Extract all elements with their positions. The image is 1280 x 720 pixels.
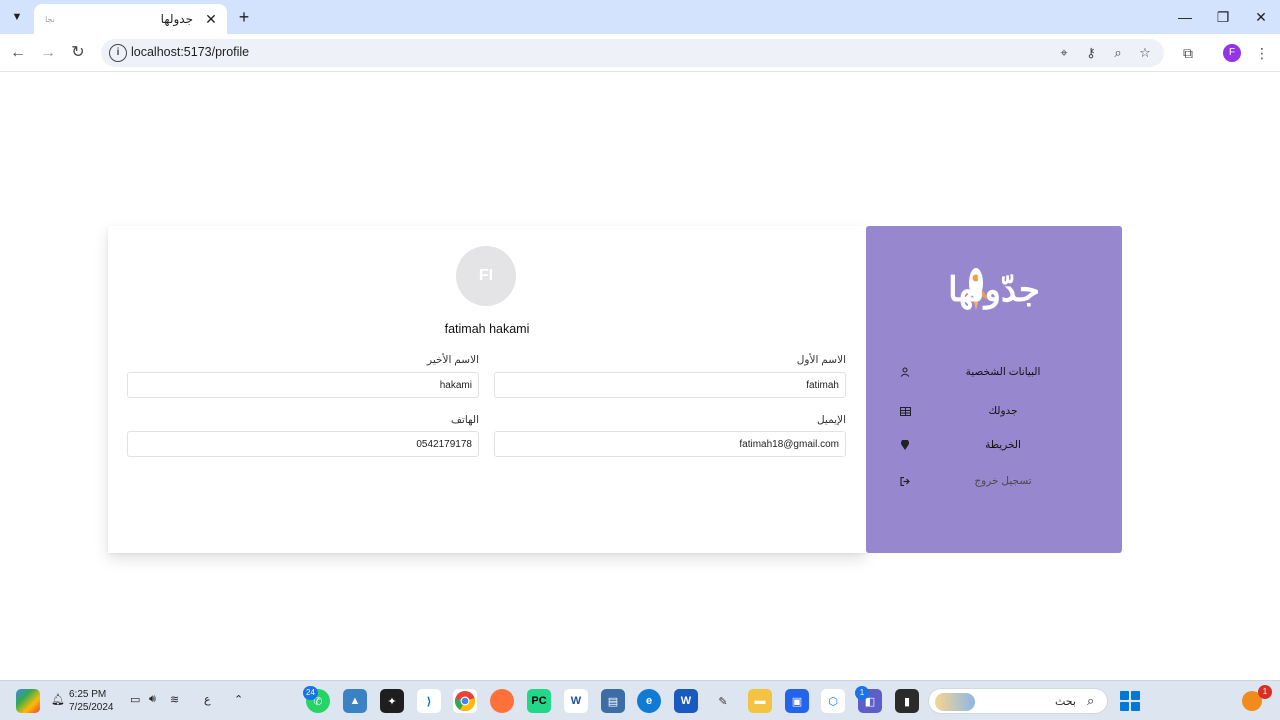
clock-date: 7/25/2024 bbox=[69, 702, 114, 713]
python-icon[interactable]: ▤ bbox=[601, 689, 625, 713]
back-button[interactable]: ← bbox=[6, 41, 30, 65]
tab-favicon: نجا bbox=[45, 14, 55, 24]
sidebar-item-logout[interactable]: تسجيل خروج bbox=[896, 469, 1092, 493]
sidebar-item-label: البيانات الشخصية bbox=[965, 366, 1041, 378]
password-key-icon[interactable]: ⚷ bbox=[1081, 43, 1101, 63]
terminal-icon[interactable]: ▮ bbox=[895, 689, 919, 713]
chevron-up-icon[interactable]: ⌃ bbox=[234, 693, 243, 706]
start-button[interactable] bbox=[1120, 691, 1140, 711]
browser-tabstrip: ▼ نجا جدولها ✕ + — ❐ ✕ bbox=[0, 0, 1280, 34]
store-icon[interactable]: ▣ bbox=[785, 689, 809, 713]
close-window-button[interactable]: ✕ bbox=[1242, 0, 1280, 34]
logo-text: جدّولها bbox=[948, 270, 1040, 310]
clock[interactable]: 6:25 PM 7/25/2024 bbox=[69, 688, 114, 714]
figma-icon[interactable]: ✦ bbox=[380, 689, 404, 713]
profile-avatar[interactable]: F bbox=[1223, 44, 1241, 62]
pycharm-icon[interactable]: PC bbox=[527, 689, 551, 713]
clock-time: 6:25 PM bbox=[69, 689, 107, 700]
edge-icon[interactable]: e bbox=[637, 689, 661, 713]
app-logo: جدّولها bbox=[936, 256, 1052, 326]
minimize-button[interactable]: — bbox=[1166, 0, 1204, 34]
word-icon[interactable]: W bbox=[674, 689, 698, 713]
sidebar-item-label: الخريطة bbox=[985, 439, 1021, 451]
map-pin-icon bbox=[896, 436, 914, 454]
taskbar: 6:25 PM 7/25/2024 🔔︎ ▭ 🔊︎ ≋ ع ⌃ ✆ 24 ▲ ✦… bbox=[0, 680, 1280, 720]
email-field[interactable] bbox=[494, 431, 846, 457]
teams-badge: 1 bbox=[855, 686, 869, 700]
address-bar[interactable]: i localhost:5173/profile ⌖ ⚷ ⌕ ☆ bbox=[101, 39, 1164, 67]
whatsapp-badge: 24 bbox=[303, 686, 318, 700]
search-placeholder: بحث bbox=[1055, 696, 1076, 708]
user-icon bbox=[896, 363, 914, 381]
sidebar: جدّولها البيانات الشخصية جدولك الخريطة ت… bbox=[866, 226, 1122, 553]
chrome-icon[interactable] bbox=[453, 689, 477, 713]
browser-toolbar: ← → ↻ i localhost:5173/profile ⌖ ⚷ ⌕ ☆ ⧉… bbox=[0, 34, 1280, 72]
first-name-label: الاسم الأول bbox=[796, 354, 846, 366]
wifi-icon[interactable]: ≋ bbox=[170, 693, 179, 706]
search-highlight-image bbox=[935, 693, 975, 711]
restore-button[interactable]: ❐ bbox=[1204, 0, 1242, 34]
tab-close-icon[interactable]: ✕ bbox=[203, 11, 219, 27]
notification-bell-icon[interactable]: 🔔︎ bbox=[51, 693, 65, 706]
last-name-field[interactable] bbox=[127, 372, 479, 398]
sidebar-item-map[interactable]: الخريطة bbox=[896, 433, 1092, 457]
bookmark-star-icon[interactable]: ☆ bbox=[1135, 43, 1155, 63]
avatar: FI bbox=[456, 246, 516, 306]
profile-card: FI fatimah hakami الاسم الأخير الاسم الأ… bbox=[108, 226, 866, 553]
sidebar-item-label: جدولك bbox=[988, 405, 1018, 417]
site-info-icon[interactable]: i bbox=[109, 44, 127, 62]
menu-kebab-icon[interactable]: ⋮ bbox=[1250, 41, 1274, 65]
extensions-icon[interactable]: ⧉ bbox=[1176, 41, 1200, 65]
virtualbox-icon[interactable]: ⬡ bbox=[821, 689, 845, 713]
sidebar-item-schedule[interactable]: جدولك bbox=[896, 399, 1092, 423]
taskbar-search[interactable]: بحث ⌕ bbox=[928, 688, 1108, 714]
new-tab-button[interactable]: + bbox=[233, 6, 255, 28]
zoom-icon[interactable]: ⌕ bbox=[1108, 43, 1128, 63]
vscode-icon[interactable]: ⟩ bbox=[417, 689, 441, 713]
photos-icon[interactable]: ▲ bbox=[343, 689, 367, 713]
logout-icon bbox=[896, 472, 914, 490]
email-label: الإيميل bbox=[816, 414, 846, 426]
forward-button[interactable]: → bbox=[36, 41, 60, 65]
widgets-icon[interactable] bbox=[16, 689, 40, 713]
browser-tab[interactable]: نجا جدولها ✕ bbox=[34, 4, 227, 34]
file-explorer-icon[interactable]: ▬ bbox=[748, 689, 772, 713]
search-icon: ⌕ bbox=[1087, 693, 1095, 708]
location-icon[interactable]: ⌖ bbox=[1054, 43, 1074, 63]
sidebar-item-label: تسجيل خروج bbox=[974, 475, 1032, 487]
gimp-icon[interactable]: ✎ bbox=[711, 689, 735, 713]
last-name-label: الاسم الأخير bbox=[427, 354, 479, 366]
tab-title: جدولها bbox=[160, 12, 193, 26]
phone-label: الهاتف bbox=[451, 414, 479, 426]
word-online-icon[interactable]: W bbox=[564, 689, 588, 713]
battery-icon[interactable]: ▭ bbox=[130, 693, 140, 706]
reload-button[interactable]: ↻ bbox=[66, 41, 90, 65]
user-full-name: fatimah hakami bbox=[444, 322, 530, 336]
language-indicator[interactable]: ع bbox=[204, 693, 211, 706]
volume-icon[interactable]: 🔊︎ bbox=[149, 693, 156, 706]
first-name-field[interactable] bbox=[494, 372, 846, 398]
url-text[interactable]: localhost:5173/profile bbox=[131, 45, 249, 59]
firefox-icon[interactable] bbox=[490, 689, 514, 713]
notification-badge: 1 bbox=[1258, 685, 1272, 699]
table-icon bbox=[896, 402, 914, 420]
phone-field[interactable] bbox=[127, 431, 479, 457]
tab-search-button[interactable]: ▼ bbox=[6, 6, 28, 28]
sidebar-item-personal-info[interactable]: البيانات الشخصية bbox=[896, 360, 1092, 384]
